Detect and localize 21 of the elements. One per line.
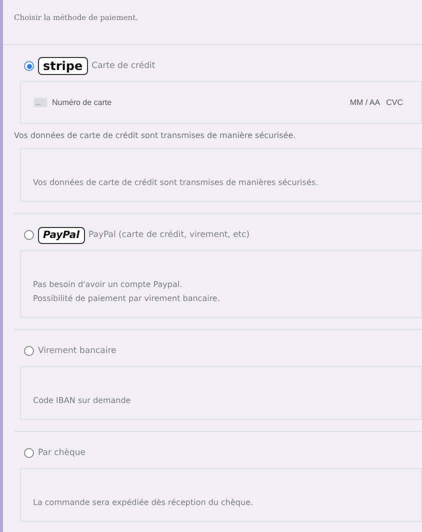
method-label[interactable]: Carte de crédit	[92, 61, 156, 71]
description-text: La commande sera expédiée dès réception du chèque.	[33, 497, 254, 509]
card-number-field[interactable]: Numéro de carte MM / AA CVC	[20, 81, 422, 124]
radio-button[interactable]	[24, 346, 34, 356]
description-text: Code IBAN sur demande	[33, 395, 132, 407]
credit-card-icon	[34, 98, 47, 107]
method-label[interactable]: Par chèque	[38, 448, 86, 458]
cvc-placeholder: CVC	[386, 98, 403, 107]
expiry-placeholder: MM / AA	[350, 98, 380, 107]
method-label[interactable]: PayPal (carte de crédit, virement, etc)	[88, 230, 250, 240]
description-text: Possibilité de paiement par virement bancaire.	[33, 293, 221, 305]
radio-button[interactable]	[24, 230, 34, 240]
method-label[interactable]: Virement bancaire	[38, 346, 116, 356]
description-text: Vos données de carte de crédit sont transmises de manières sécurisés.	[33, 177, 320, 189]
payment-logo: stripe	[38, 57, 88, 75]
description-text: Pas besoin d'avoir un compte Paypal.	[33, 279, 184, 291]
radio-button[interactable]	[24, 61, 34, 71]
radio-button[interactable]	[24, 448, 34, 458]
security-note: Vos données de carte de crédit sont transmises de manière sécurisée.	[14, 131, 297, 140]
payment-logo: PayPal	[38, 226, 85, 244]
card-number-placeholder: Numéro de carte	[52, 98, 113, 107]
